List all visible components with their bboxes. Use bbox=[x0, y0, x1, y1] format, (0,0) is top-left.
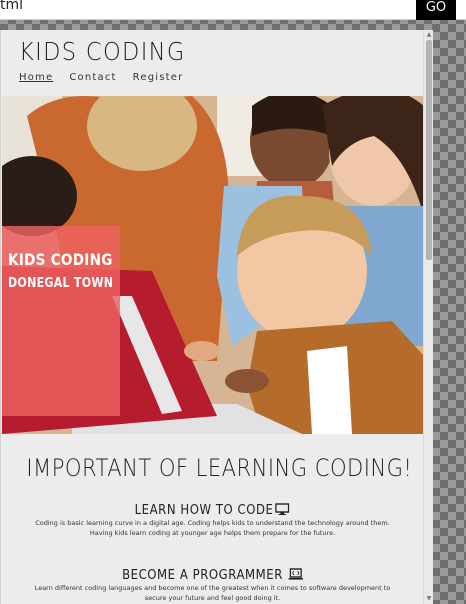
scroll-up-arrow-icon[interactable]: ▲ bbox=[424, 30, 434, 40]
scroll-thumb[interactable] bbox=[426, 40, 432, 260]
feature-title-programmer-text: BECOME A PROGRAMMER bbox=[121, 568, 283, 583]
nav-home-link[interactable]: Home bbox=[19, 72, 53, 83]
feature-title-learn-text: LEARN HOW TO CODE bbox=[134, 503, 274, 518]
vertical-scrollbar[interactable]: ▲ ▼ bbox=[423, 30, 433, 604]
feature-title-learn: LEARN HOW TO CODE bbox=[1, 503, 424, 518]
editor-bar: GO bbox=[0, 0, 466, 20]
feature-title-programmer: BECOME A PROGRAMMER bbox=[1, 568, 424, 583]
hero-badge: KIDS CODING DONEGAL TOWN bbox=[2, 226, 120, 416]
go-button[interactable]: GO bbox=[416, 0, 456, 20]
hero-badge-subtitle: DONEGAL TOWN bbox=[8, 276, 114, 291]
hero-badge-title: KIDS CODING bbox=[8, 250, 113, 269]
hero-image: KIDS CODING DONEGAL TOWN bbox=[2, 96, 424, 434]
laptop-code-icon bbox=[288, 568, 304, 580]
site-title: KIDS CODING bbox=[19, 37, 186, 66]
feature-text-programmer: Learn different coding languages and bec… bbox=[34, 584, 391, 602]
main-nav: Home Contact Register bbox=[19, 72, 183, 83]
section-heading: IMPORTANT OF LEARNING CODING! bbox=[26, 454, 413, 482]
scroll-down-arrow-icon[interactable]: ▼ bbox=[424, 594, 434, 604]
nav-register-link[interactable]: Register bbox=[133, 72, 184, 83]
feature-text-learn: Coding is basic learning curve in a digi… bbox=[35, 519, 390, 537]
preview-frame: KIDS CODING Home Contact Register KIDS C… bbox=[0, 30, 433, 604]
nav-contact-link[interactable]: Contact bbox=[69, 72, 116, 83]
desktop-icon bbox=[275, 503, 290, 515]
url-input[interactable] bbox=[0, 0, 408, 18]
